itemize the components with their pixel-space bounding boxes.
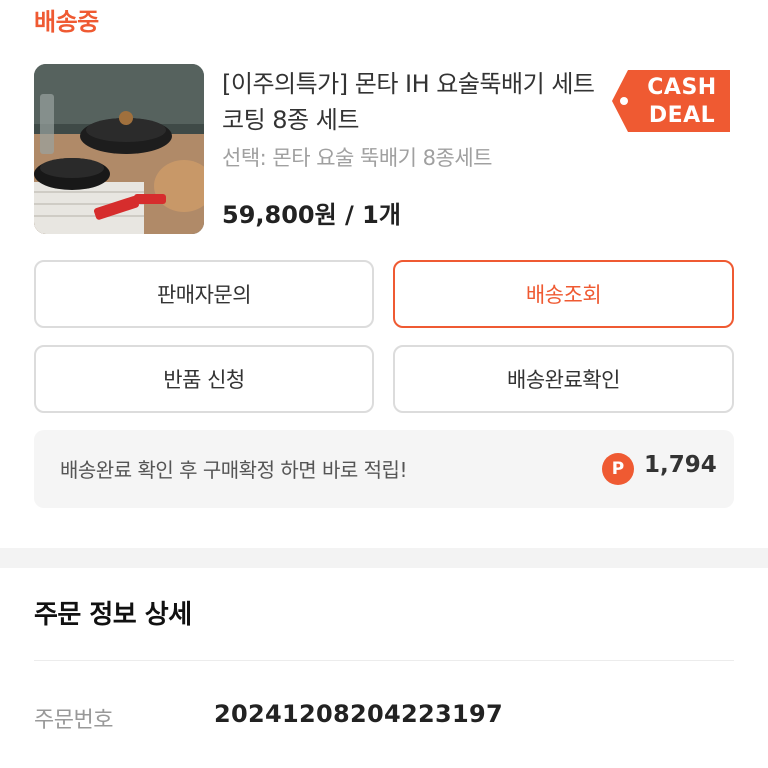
order-number-value: 20241208204223197 [214, 700, 503, 728]
return-request-button[interactable]: 반품 신청 [34, 345, 374, 413]
order-number-label: 주문번호 [34, 708, 113, 733]
seller-inquiry-button[interactable]: 판매자문의 [34, 260, 374, 328]
order-detail-title: 주문 정보 상세 [34, 600, 192, 630]
point-icon: P [602, 453, 634, 485]
reward-message: 배송완료 확인 후 구매확정 하면 바로 적립! [60, 458, 407, 482]
order-status-title: 배송중 [34, 8, 99, 36]
product-price: 59,800원 / 1개 [222, 201, 401, 229]
reward-points: 1,794 [644, 452, 717, 478]
cash-deal-badge: CASH DEAL [612, 68, 730, 134]
section-divider [0, 548, 768, 568]
reward-notice: 배송완료 확인 후 구매확정 하면 바로 적립! P 1,794 [34, 430, 734, 508]
product-name[interactable]: [이주의특가] 몬타 IH 요술뚝배기 세트 코팅 8종 세트 [222, 66, 622, 138]
badge-line-1: CASH [647, 75, 717, 100]
badge-line-2: DEAL [648, 103, 716, 128]
product-option: 선택: 몬타 요술 뚝배기 8종세트 [222, 146, 492, 170]
confirm-delivery-button[interactable]: 배송완료확인 [393, 345, 734, 413]
track-delivery-button[interactable]: 배송조회 [393, 260, 734, 328]
product-image [34, 64, 204, 234]
divider-line [34, 660, 734, 661]
product-thumbnail[interactable] [34, 64, 204, 234]
